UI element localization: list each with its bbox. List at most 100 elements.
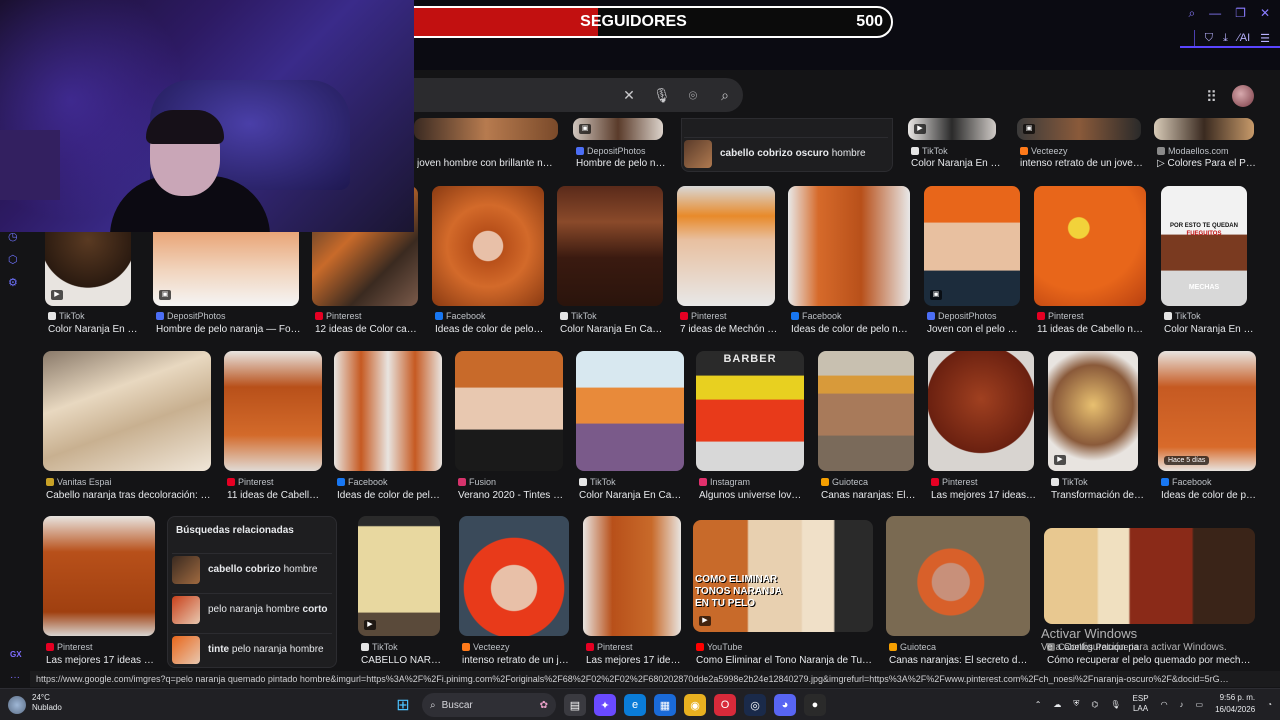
search-bar[interactable]: ✕ 🎙 ⌾ ⌕ <box>414 78 743 112</box>
related-label[interactable]: cabello cobrizo oscuro hombre <box>720 148 866 159</box>
result-thumbnail[interactable] <box>334 351 442 471</box>
result-title[interactable]: Ideas de color de pelo n… <box>791 324 913 335</box>
image-result[interactable]: ▣ DepositPhotos Joven con el pelo … <box>924 186 1024 336</box>
image-result[interactable]: Pinterest 7 ideas de Mechón … <box>677 186 779 336</box>
cloud-icon[interactable] <box>8 696 26 714</box>
taskbar-search[interactable]: ⌕ Buscar ✿ <box>422 693 556 717</box>
image-result[interactable]: POR ESTO TE QUEDAN FUEGUITOS MECHAS TikTo… <box>1161 186 1261 336</box>
account-avatar[interactable] <box>1232 85 1254 107</box>
image-result[interactable]: ▶ TikTok Transformación de… <box>1048 351 1148 503</box>
result-title[interactable]: Las mejores 17 ideas … <box>46 655 156 666</box>
result-thumbnail[interactable] <box>414 118 558 140</box>
volume-icon[interactable]: ♪ <box>1180 700 1184 709</box>
result-title[interactable]: Ideas de color de p… <box>1161 490 1261 501</box>
result-title[interactable]: CABELLO NARAN… <box>361 655 445 666</box>
result-title[interactable]: Color Naranja En Ca… <box>579 490 685 501</box>
result-thumbnail[interactable] <box>1034 186 1146 306</box>
result-title[interactable]: 7 ideas de Mechón … <box>680 324 780 335</box>
result-thumbnail[interactable] <box>886 516 1030 636</box>
search-icon[interactable]: ⌕ <box>717 87 733 103</box>
opera-gx-icon[interactable]: O <box>714 694 736 716</box>
onedrive-icon[interactable]: ☁ <box>1053 700 1061 709</box>
clock[interactable]: 9:56 p. m. 16/04/2026 <box>1215 692 1255 716</box>
image-result[interactable]: ▣ DepositPhotos Hombre de pelo na… <box>573 118 668 174</box>
result-thumbnail[interactable] <box>432 186 544 306</box>
result-title[interactable]: Canas naranjas: El… <box>821 490 917 501</box>
result-title[interactable]: Canas naranjas: El secreto de… <box>889 655 1031 666</box>
result-thumbnail[interactable] <box>224 351 322 471</box>
weather-widget[interactable]: 24°C Nublado <box>32 693 62 713</box>
edge-icon[interactable]: e <box>624 694 646 716</box>
result-thumbnail[interactable] <box>928 351 1034 471</box>
result-title[interactable]: Color Naranja En Ca… <box>560 324 666 335</box>
close-icon[interactable]: ✕ <box>1260 6 1270 21</box>
result-title[interactable]: ▷ Colores Para el P… <box>1157 158 1259 169</box>
ai-button[interactable]: ⁄AI <box>1238 32 1250 44</box>
result-title[interactable]: 11 ideas de Cabello n… <box>1037 324 1149 335</box>
chevron-up-icon[interactable]: ⌃ <box>1035 700 1042 709</box>
mic-icon[interactable]: 🎙 <box>1110 700 1120 709</box>
result-thumbnail[interactable] <box>455 351 563 471</box>
discord-icon[interactable]: ◕ <box>774 694 796 716</box>
mic-icon[interactable]: 🎙 <box>653 87 671 103</box>
result-thumbnail[interactable]: ▣ <box>573 118 663 140</box>
network-icon[interactable]: ⌬ <box>1091 700 1098 709</box>
related-search-item[interactable]: cabello cobrizo hombre <box>172 553 332 585</box>
result-title[interactable]: Ideas de color de pel… <box>337 490 443 501</box>
result-title[interactable]: Color Naranja En … <box>911 158 1007 169</box>
result-title[interactable]: Cómo recuperar el pelo quemado por mecha… <box>1047 655 1253 666</box>
result-thumbnail[interactable]: COMO ELIMINAR TONOS NARANJA EN TU PELO ▶ <box>693 520 873 632</box>
battery-icon[interactable]: ▭ <box>1196 700 1204 709</box>
extensions-icon[interactable]: ⬡ <box>8 253 18 266</box>
result-thumbnail[interactable]: ▶ <box>1048 351 1138 471</box>
result-thumbnail[interactable]: POR ESTO TE QUEDAN FUEGUITOS MECHAS <box>1161 186 1247 306</box>
image-result[interactable]: TikTok Color Naranja En Ca… <box>576 351 686 503</box>
image-result[interactable]: ▣ Vecteezy intenso retrato de un jove… <box>1017 118 1144 174</box>
image-result[interactable]: Pinterest Las mejores 17 ideas… <box>928 351 1038 503</box>
image-result[interactable]: TikTok Color Naranja En Ca… <box>557 186 667 336</box>
steam-icon[interactable]: ◎ <box>744 694 766 716</box>
more-icon[interactable]: ··· <box>10 672 20 683</box>
result-title[interactable]: joven hombre con brillante nar… <box>417 158 557 169</box>
result-title[interactable]: Verano 2020 - Tintes … <box>458 490 564 501</box>
image-result[interactable]: Fusion Verano 2020 - Tintes … <box>455 351 565 503</box>
result-title[interactable]: Joven con el pelo … <box>927 324 1023 335</box>
result-thumbnail[interactable] <box>1154 118 1254 140</box>
result-thumbnail[interactable] <box>583 516 681 636</box>
related-search-item[interactable]: pelo naranja hombre corto <box>172 593 332 625</box>
image-result[interactable]: Modaellos.com ▷ Colores Para el P… <box>1154 118 1256 174</box>
result-thumbnail[interactable] <box>43 516 155 636</box>
security-icon[interactable]: ⛨ <box>1073 699 1079 709</box>
image-result[interactable]: BARBER Instagram Algunos universe lov… <box>696 351 806 503</box>
result-thumbnail[interactable] <box>788 186 910 306</box>
image-result[interactable]: joven hombre con brillante nar… <box>414 118 558 174</box>
image-result[interactable]: Pinterest Las mejores 17 ideas … <box>43 516 158 668</box>
result-title[interactable]: Algunos universe lov… <box>699 490 805 501</box>
result-thumbnail[interactable] <box>459 516 569 636</box>
related-search-item[interactable]: tinte pelo naranja hombre <box>172 633 332 665</box>
profile-icon[interactable]: ⛉ <box>1205 32 1213 45</box>
result-title[interactable]: Las mejores 17 ideas… <box>931 490 1037 501</box>
result-thumbnail[interactable] <box>1044 528 1255 624</box>
result-title[interactable]: 11 ideas de Cabell… <box>227 490 323 501</box>
result-thumbnail[interactable]: Hace 5 días <box>1158 351 1256 471</box>
result-thumbnail[interactable]: BARBER <box>696 351 804 471</box>
related-label[interactable]: tinte pelo naranja hombre <box>208 644 324 655</box>
windows-start-icon[interactable]: ⊞ <box>392 694 414 716</box>
result-title[interactable]: 12 ideas de Color ca… <box>315 324 421 335</box>
result-title[interactable]: Las mejores 17 ide… <box>586 655 682 666</box>
result-thumbnail[interactable] <box>677 186 775 306</box>
image-result[interactable]: Vecteezy intenso retrato de un j… <box>459 516 571 668</box>
minimize-icon[interactable]: — <box>1209 6 1221 21</box>
clear-icon[interactable]: ✕ <box>621 87 637 103</box>
image-result[interactable]: Facebook Ideas de color de pelo… <box>432 186 547 336</box>
apps-grid-icon[interactable]: ⠿ <box>1206 88 1217 106</box>
related-label[interactable]: pelo naranja hombre corto <box>208 604 328 615</box>
settings-icon[interactable]: ⚙ <box>8 276 18 289</box>
result-thumbnail[interactable] <box>43 351 211 471</box>
result-title[interactable]: intenso retrato de un jove… <box>1020 158 1144 169</box>
result-title[interactable]: Ideas de color de pelo… <box>435 324 547 335</box>
image-result[interactable]: Hace 5 días Facebook Ideas de color de p… <box>1158 351 1263 503</box>
result-title[interactable]: Como Eliminar el Tono Naranja de Tu … <box>696 655 874 666</box>
chrome-icon[interactable]: ◉ <box>684 694 706 716</box>
